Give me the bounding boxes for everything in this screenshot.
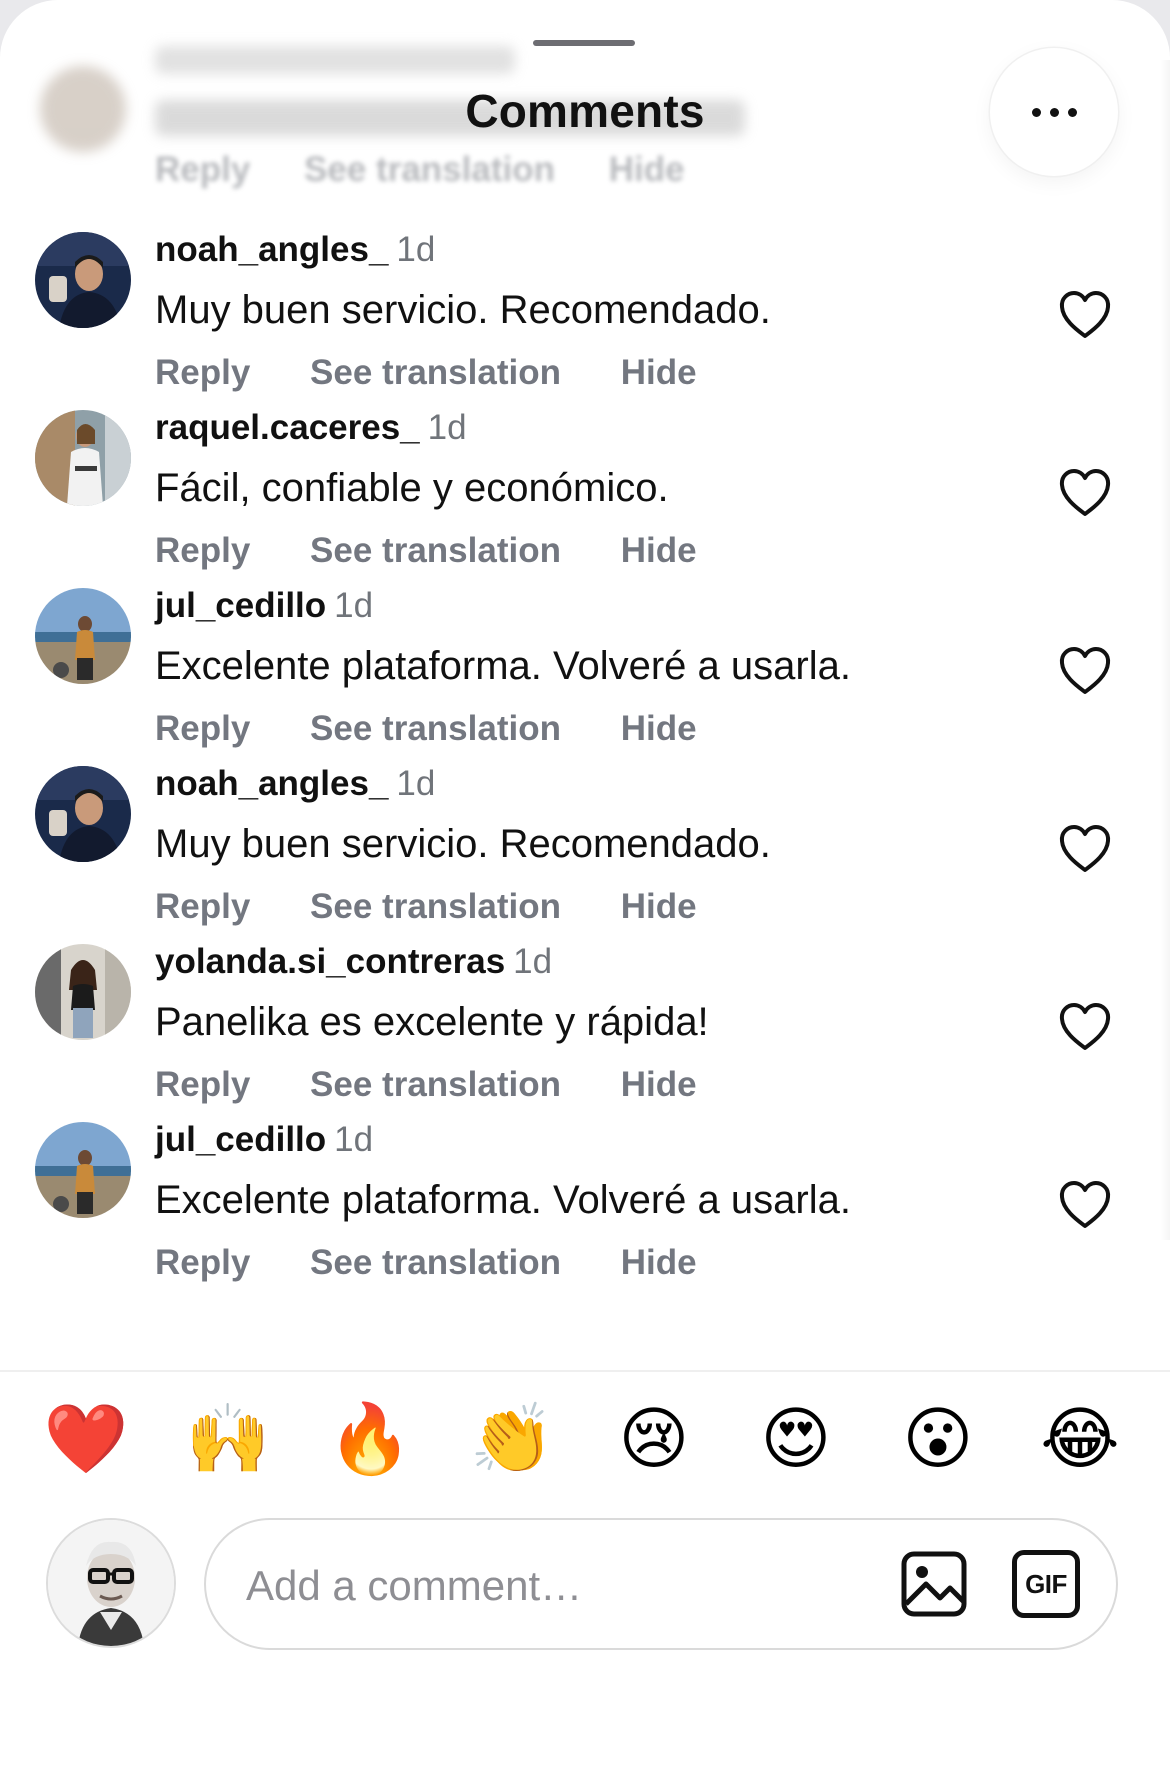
comment-meta: noah_angles_ 1d — [155, 230, 435, 270]
hide-button[interactable]: Hide — [621, 531, 697, 571]
avatar[interactable] — [35, 588, 131, 684]
hide-button[interactable]: Hide — [621, 1065, 697, 1105]
see-translation-button[interactable]: See translation — [310, 1243, 561, 1283]
comment-composer: GIF — [0, 1518, 1170, 1654]
faded-reply-action[interactable]: Reply — [155, 150, 250, 189]
faded-username — [155, 46, 515, 74]
comment-item: yolanda.si_contreras 1d Panelika es excel… — [0, 932, 1170, 1132]
comment-actions: Reply See translation Hide — [155, 353, 697, 393]
more-dot — [1049, 107, 1059, 117]
comment-meta: jul_cedillo 1d — [155, 586, 373, 626]
hide-button[interactable]: Hide — [621, 1243, 697, 1283]
avatar[interactable] — [35, 766, 131, 862]
reply-button[interactable]: Reply — [155, 531, 250, 571]
reaction-laughing[interactable]: 😂 — [1035, 1395, 1125, 1485]
comment-actions: Reply See translation Hide — [155, 887, 697, 927]
comment-item: raquel.caceres_ 1d Fácil, confiable y eco… — [0, 398, 1170, 598]
gif-label: GIF — [1025, 1568, 1067, 1599]
username[interactable]: jul_cedillo — [155, 1120, 326, 1159]
username[interactable]: jul_cedillo — [155, 586, 326, 625]
quick-reactions-bar: ❤️ 🙌 🔥 👏 😢 😍 😮 😂 — [0, 1395, 1170, 1485]
comment-text: Fácil, confiable y económico. — [155, 466, 669, 510]
comment-text: Excelente plataforma. Volveré a usarla. — [155, 644, 851, 688]
reaction-raised-hands[interactable]: 🙌 — [183, 1395, 273, 1485]
timestamp: 1d — [427, 408, 467, 447]
comment-list[interactable]: noah_angles_ 1d Muy buen servicio. Recome… — [0, 220, 1170, 1370]
comment-input[interactable] — [244, 1550, 848, 1622]
reaction-surprised[interactable]: 😮 — [893, 1395, 983, 1485]
avatar[interactable] — [35, 410, 131, 506]
timestamp: 1d — [334, 1120, 374, 1159]
see-translation-button[interactable]: See translation — [310, 1065, 561, 1105]
timestamp: 1d — [513, 942, 553, 981]
comment-meta: noah_angles_ 1d — [155, 764, 435, 804]
comment-text: Panelika es excelente y rápida! — [155, 1000, 709, 1044]
see-translation-button[interactable]: See translation — [310, 887, 561, 927]
comment-actions: Reply See translation Hide — [155, 1243, 697, 1283]
reaction-fire[interactable]: 🔥 — [325, 1395, 415, 1485]
comment-meta: raquel.caceres_ 1d — [155, 408, 467, 448]
comment-input-container: GIF — [204, 1518, 1118, 1650]
hide-button[interactable]: Hide — [621, 887, 697, 927]
comment-meta: yolanda.si_contreras 1d — [155, 942, 552, 982]
comment-actions: Reply See translation Hide — [155, 1065, 697, 1105]
comment-text: Muy buen servicio. Recomendado. — [155, 288, 771, 332]
sheet-grabber-handle[interactable] — [533, 40, 635, 46]
reply-button[interactable]: Reply — [155, 1243, 250, 1283]
timestamp: 1d — [396, 764, 436, 803]
comment-actions: Reply See translation Hide — [155, 709, 697, 749]
reaction-heart[interactable]: ❤️ — [41, 1395, 131, 1485]
comment-item: noah_angles_ 1d Muy buen servicio. Recome… — [0, 754, 1170, 954]
current-user-avatar[interactable] — [46, 1518, 176, 1648]
reaction-heart-eyes[interactable]: 😍 — [751, 1395, 841, 1485]
username[interactable]: yolanda.si_contreras — [155, 942, 505, 981]
avatar[interactable] — [35, 232, 131, 328]
see-translation-button[interactable]: See translation — [310, 709, 561, 749]
reply-button[interactable]: Reply — [155, 353, 250, 393]
reaction-crying[interactable]: 😢 — [609, 1395, 699, 1485]
faded-see-translation-action[interactable]: See translation — [304, 150, 555, 189]
reply-button[interactable]: Reply — [155, 709, 250, 749]
timestamp: 1d — [334, 586, 374, 625]
heart-outline-icon[interactable] — [1058, 468, 1112, 518]
timestamp: 1d — [396, 230, 436, 269]
hide-button[interactable]: Hide — [621, 709, 697, 749]
comment-text: Muy buen servicio. Recomendado. — [155, 822, 771, 866]
comment-meta: jul_cedillo 1d — [155, 1120, 373, 1160]
comment-text: Excelente plataforma. Volveré a usarla. — [155, 1178, 851, 1222]
comment-item: jul_cedillo 1d Excelente plataforma. Volv… — [0, 1110, 1170, 1310]
heart-outline-icon[interactable] — [1058, 290, 1112, 340]
see-translation-button[interactable]: See translation — [310, 353, 561, 393]
more-dot — [1067, 107, 1077, 117]
reply-button[interactable]: Reply — [155, 1065, 250, 1105]
image-icon[interactable] — [900, 1550, 968, 1618]
comments-sheet: Reply See translation Hide Comments noah… — [0, 0, 1170, 1768]
more-horizontal-icon — [1031, 107, 1041, 117]
comment-item: noah_angles_ 1d Muy buen servicio. Recome… — [0, 220, 1170, 420]
hide-button[interactable]: Hide — [621, 353, 697, 393]
comment-actions: Reply See translation Hide — [155, 531, 697, 571]
reply-button[interactable]: Reply — [155, 887, 250, 927]
composer-divider — [0, 1370, 1170, 1372]
heart-outline-icon[interactable] — [1058, 646, 1112, 696]
username[interactable]: noah_angles_ — [155, 230, 388, 269]
username[interactable]: raquel.caceres_ — [155, 408, 420, 447]
more-options-button[interactable] — [990, 48, 1118, 176]
heart-outline-icon[interactable] — [1058, 1002, 1112, 1052]
username[interactable]: noah_angles_ — [155, 764, 388, 803]
see-translation-button[interactable]: See translation — [310, 531, 561, 571]
heart-outline-icon[interactable] — [1058, 1180, 1112, 1230]
avatar[interactable] — [35, 1122, 131, 1218]
faded-hide-action[interactable]: Hide — [609, 150, 685, 189]
avatar[interactable] — [35, 944, 131, 1040]
heart-outline-icon[interactable] — [1058, 824, 1112, 874]
comment-item: jul_cedillo 1d Excelente plataforma. Volv… — [0, 576, 1170, 776]
faded-comment-actions: Reply See translation Hide — [155, 150, 729, 190]
gif-button[interactable]: GIF — [1012, 1550, 1080, 1618]
reaction-clapping[interactable]: 👏 — [467, 1395, 557, 1485]
